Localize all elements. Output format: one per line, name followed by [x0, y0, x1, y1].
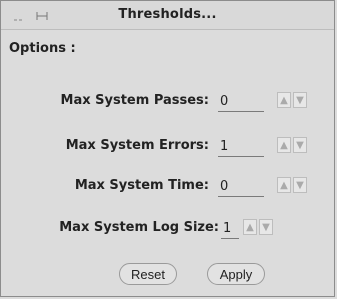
max-system-passes-value: 0	[220, 94, 229, 109]
max-system-errors-label: Max System Errors:	[65, 138, 209, 153]
spin-up-icon[interactable]: ▲	[277, 177, 291, 193]
max-system-errors-spinner[interactable]: ▲ ▼	[277, 137, 309, 153]
max-system-time-value: 0	[220, 179, 229, 194]
spin-down-icon[interactable]: ▼	[259, 219, 273, 235]
spin-down-icon[interactable]: ▼	[293, 137, 307, 153]
max-system-passes-label: Max System Passes:	[60, 93, 209, 108]
spin-down-icon[interactable]: ▼	[293, 177, 307, 193]
reset-button[interactable]: Reset	[119, 263, 177, 285]
max-system-errors-value: 1	[220, 139, 229, 154]
max-system-passes-row: Max System Passes: 0 ▲ ▼	[1, 89, 334, 115]
window-title: Thresholds...	[118, 7, 217, 22]
max-system-time-spinner[interactable]: ▲ ▼	[277, 177, 309, 193]
max-system-errors-field[interactable]: 1	[218, 136, 264, 157]
max-system-log-size-value: 1	[223, 221, 232, 236]
spin-down-icon[interactable]: ▼	[293, 92, 307, 108]
max-system-time-row: Max System Time: 0 ▲ ▼	[1, 174, 334, 200]
max-system-log-size-field[interactable]: 1	[221, 218, 239, 239]
max-system-log-size-spinner[interactable]: ▲ ▼	[243, 219, 275, 235]
spin-up-icon[interactable]: ▲	[277, 92, 291, 108]
options-section-title: Options :	[9, 41, 76, 56]
max-system-time-field[interactable]: 0	[218, 176, 264, 197]
max-system-time-label: Max System Time:	[74, 178, 209, 193]
max-system-log-size-label: Max System Log Size:	[59, 220, 219, 235]
max-system-passes-spinner[interactable]: ▲ ▼	[277, 92, 309, 108]
title-bar: Thresholds...	[1, 1, 334, 30]
thresholds-window: Thresholds... Options : Max System Passe…	[0, 0, 335, 297]
spin-up-icon[interactable]: ▲	[277, 137, 291, 153]
apply-button[interactable]: Apply	[207, 263, 265, 285]
spin-up-icon[interactable]: ▲	[243, 219, 257, 235]
max-system-passes-field[interactable]: 0	[218, 91, 264, 112]
max-system-log-size-row: Max System Log Size: 1 ▲ ▼	[1, 216, 334, 242]
max-system-errors-row: Max System Errors: 1 ▲ ▼	[1, 134, 334, 160]
